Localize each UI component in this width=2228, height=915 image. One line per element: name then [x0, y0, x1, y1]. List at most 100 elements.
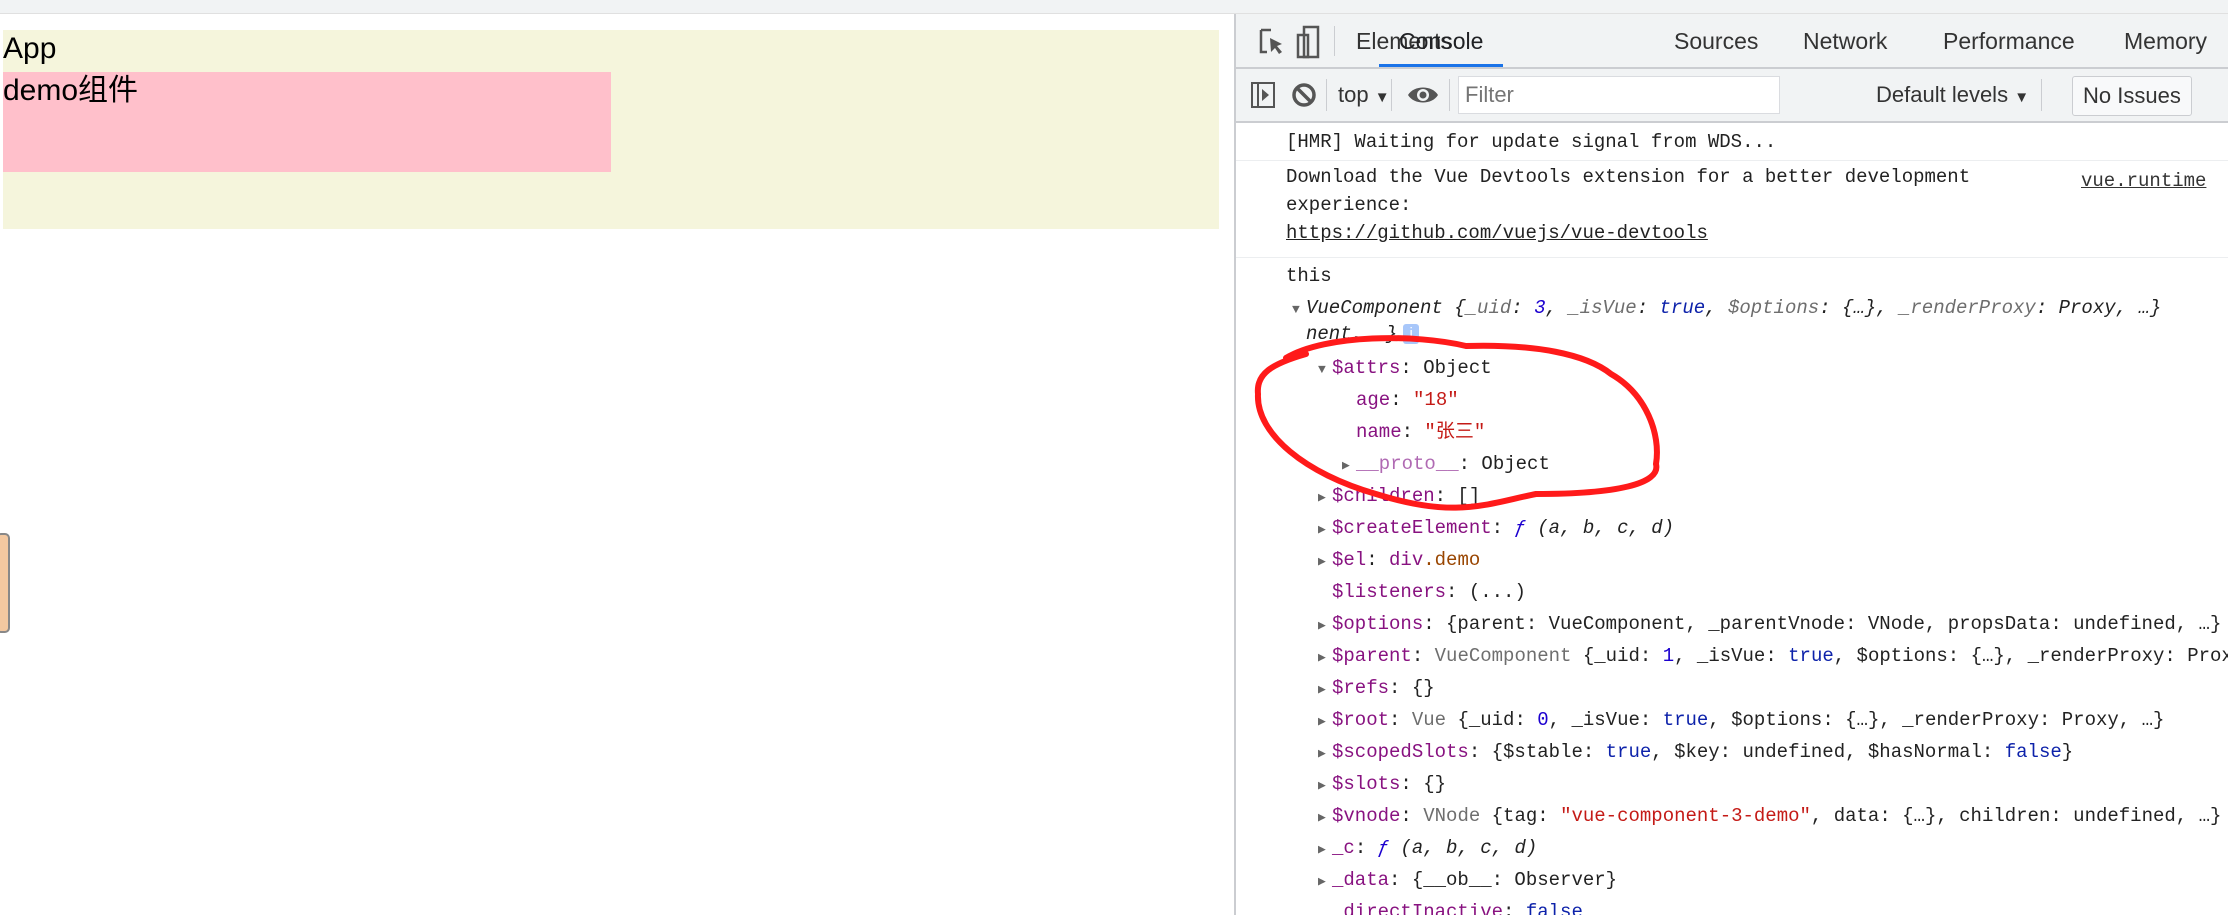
tree-text: : [1503, 901, 1526, 915]
context-value: top [1338, 82, 1369, 107]
info-icon[interactable]: i [1403, 323, 1420, 344]
show-sidebar-icon[interactable] [1250, 81, 1276, 109]
context-selector[interactable]: top ▼ [1338, 82, 1390, 108]
device-toolbar-icon[interactable] [1296, 25, 1320, 59]
tree-text: true [1662, 709, 1709, 731]
tree-text: : Object [1400, 357, 1492, 379]
tree-text: VueComponent [1434, 645, 1583, 667]
tree-text: true [1788, 645, 1834, 667]
log-levels-dropdown[interactable]: Default levels ▼ [1876, 82, 2029, 108]
tree-row[interactable]: ▶ $parent: VueComponent {_uid: 1, _isVue:… [1318, 640, 2228, 672]
tree-text: : {__ob__: Observer} [1389, 869, 1618, 891]
tree-row[interactable]: ▼ $attrs: Object [1318, 352, 1492, 384]
collapsed-triangle-icon[interactable]: ▶ [1318, 802, 1332, 834]
tree-text: nent, …} [1306, 323, 1398, 345]
tree-row[interactable]: ▶ _data: {__ob__: Observer} [1318, 864, 1617, 896]
tree-text: 3 [1534, 297, 1546, 319]
collapsed-triangle-icon[interactable]: ▶ [1318, 706, 1332, 738]
divider [1449, 79, 1450, 111]
expanded-triangle-icon[interactable]: ▼ [1318, 354, 1332, 386]
tree-text: __proto__ [1356, 453, 1459, 475]
tree-text: div [1389, 549, 1424, 571]
tree-text: : [1366, 549, 1390, 571]
collapsed-triangle-icon[interactable]: ▶ [1318, 610, 1332, 642]
tree-text: , _isVue: [1548, 709, 1663, 731]
filter-input[interactable] [1458, 76, 1780, 114]
tree-row[interactable]: ▶ $vnode: VNode {tag: "vue-component-3-de… [1318, 800, 2221, 832]
tree-row[interactable]: ▼ VueComponent {_uid: 3, _isVue: true, $o… [1292, 292, 2161, 324]
floating-side-widget[interactable] [0, 533, 10, 633]
tree-text: $attrs [1332, 357, 1401, 379]
tree-text: 0 [1537, 709, 1549, 731]
tree-text: "vue-component-3-demo" [1560, 805, 1811, 827]
tree-row[interactable]: ▶ $refs: {} [1318, 672, 1435, 704]
tree-row[interactable]: ▶ $createElement: ƒ (a, b, c, d) [1318, 512, 1674, 544]
tree-text: , $key: undefined, $hasNormal: [1651, 741, 2005, 763]
collapsed-triangle-icon[interactable]: ▶ [1318, 546, 1332, 578]
console-message-hmr: [HMR] Waiting for update signal from WDS… [1236, 122, 2228, 161]
console-message-vue-devtools: Download the Vue Devtools extension for … [1236, 161, 2228, 258]
tab-network[interactable]: Network [1803, 26, 1887, 67]
tree-text: $scopedSlots [1332, 741, 1469, 763]
tab-sources[interactable]: Sources [1674, 26, 1758, 67]
tree-row[interactable]: ▶ $root: Vue {_uid: 0, _isVue: true, $opt… [1318, 704, 2164, 736]
tree-text: age [1356, 389, 1391, 411]
vue-devtools-link[interactable]: https://github.com/vuejs/vue-devtools [1286, 222, 1708, 244]
collapsed-triangle-icon[interactable]: ▶ [1318, 514, 1332, 546]
tree-row[interactable]: ▶ $slots: {} [1318, 768, 1446, 800]
browser-top-strip [0, 0, 2228, 14]
tree-text: _uid [1465, 297, 1512, 319]
tree-text: : {…}, [1819, 297, 1899, 319]
collapsed-triangle-icon[interactable]: ▶ [1318, 674, 1332, 706]
tree-text: : [1411, 645, 1435, 667]
tree-text: : [1401, 421, 1425, 443]
tree-text: : [1354, 837, 1378, 859]
tab-memory[interactable]: Memory [2124, 26, 2207, 67]
divider [1326, 79, 1327, 111]
tree-text: : [1400, 805, 1424, 827]
tree-text: , [1545, 297, 1569, 319]
inspect-element-icon[interactable] [1258, 27, 1286, 57]
tree-text: $options [1332, 613, 1424, 635]
tree-text: ƒ [1377, 837, 1390, 859]
tree-row[interactable]: ▶ $scopedSlots: {$stable: true, $key: und… [1318, 736, 2073, 768]
tree-row: _directInactive: false [1318, 896, 1583, 915]
tree-text: : [1390, 389, 1414, 411]
devtools-panel: Elements Console Sources Network Perform… [1234, 14, 2228, 915]
tree-text: : Object [1458, 453, 1550, 475]
issues-button[interactable]: No Issues [2072, 76, 2192, 116]
tree-row[interactable]: ▶ $el: div.demo [1318, 544, 1480, 576]
tree-text: $parent [1332, 645, 1412, 667]
tree-row[interactable]: ▶ $children: [] [1318, 480, 1480, 512]
log-label: this [1286, 265, 1332, 287]
tree-text: name [1356, 421, 1402, 443]
tree-text: Vue [1411, 709, 1458, 731]
divider [1391, 79, 1392, 111]
collapsed-triangle-icon[interactable]: ▶ [1318, 834, 1332, 866]
tab-performance[interactable]: Performance [1943, 26, 2075, 67]
collapsed-triangle-icon[interactable]: ▶ [1318, 738, 1332, 770]
live-expression-eye-icon[interactable] [1406, 83, 1440, 107]
tree-text: $root [1332, 709, 1390, 731]
source-location-link[interactable]: vue.runtime [2081, 167, 2206, 195]
collapsed-triangle-icon[interactable]: ▶ [1318, 770, 1332, 802]
tree-row[interactable]: ▶ __proto__: Object [1342, 448, 1550, 480]
tree-row[interactable]: ▶ _c: ƒ (a, b, c, d) [1318, 832, 1537, 864]
tree-text: {tag: [1491, 805, 1561, 827]
tree-text: $options [1727, 297, 1820, 319]
tree-text: } [2061, 741, 2074, 763]
collapsed-triangle-icon[interactable]: ▶ [1318, 642, 1332, 674]
tree-text: 1 [1662, 645, 1675, 667]
tree-text: : Proxy, …} [2035, 297, 2162, 319]
tree-row[interactable]: ▶ $options: {parent: VueComponent, _paren… [1318, 608, 2221, 640]
tree-text: (a, b, c, d) [1389, 837, 1538, 859]
tree-row: $listeners: (...) [1318, 576, 1526, 608]
collapsed-triangle-icon[interactable]: ▶ [1318, 482, 1332, 514]
tree-text: : [1491, 517, 1515, 539]
tree-text: "18" [1413, 389, 1459, 411]
collapsed-triangle-icon[interactable]: ▶ [1318, 866, 1332, 898]
tree-text: $createElement [1332, 517, 1492, 539]
clear-console-icon[interactable] [1290, 81, 1318, 109]
collapsed-triangle-icon[interactable]: ▶ [1342, 450, 1356, 482]
tab-console[interactable]: Console [1379, 26, 1504, 67]
